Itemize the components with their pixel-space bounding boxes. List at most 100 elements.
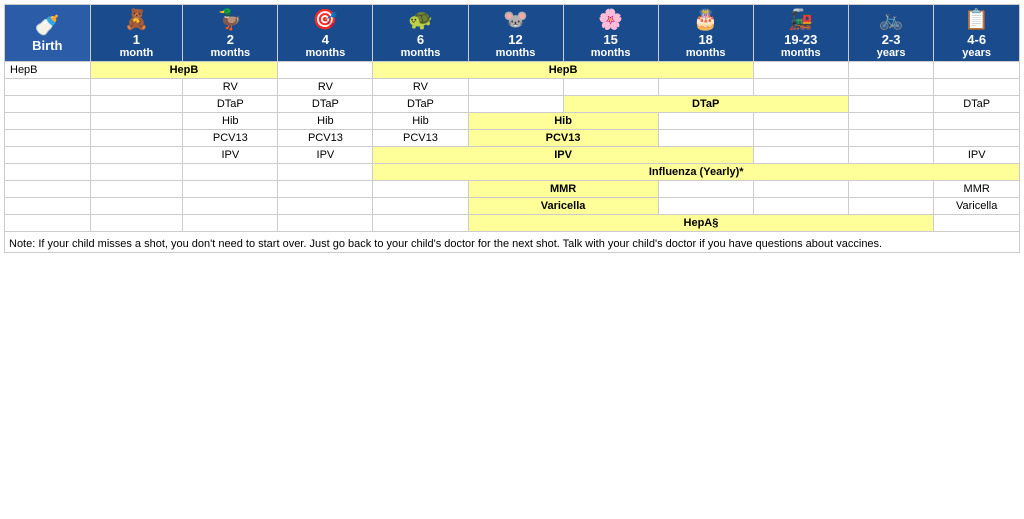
influenza-1m-empty [90,164,183,181]
hepb-birth: HepB [5,62,91,79]
varicella-46y: Varicella [934,198,1020,215]
mmr-row: MMR MMR [5,181,1020,198]
hepa-12-1923m: HepA§ [468,215,934,232]
rv-2m: RV [183,79,278,96]
hib-12-15m: Hib [468,113,658,130]
birth-label: Birth [8,38,87,53]
1923months-label: months [757,47,845,59]
6months-num: 6 [376,32,464,47]
hepa-1m-empty [90,215,183,232]
influenza-row: Influenza (Yearly)* [5,164,1020,181]
hepb-23y-empty [848,62,934,79]
dtap-4m: DTaP [278,96,373,113]
dtap-1m-empty [90,96,183,113]
hepa-birth-empty [5,215,91,232]
mmr-12-15m: MMR [468,181,658,198]
ipv-23y-empty [848,147,934,164]
4months-num: 4 [281,32,369,47]
header-15months: 🌸 15 months [563,5,658,62]
header-birth: 🍼 Birth [5,5,91,62]
dtap-23y-empty [848,96,934,113]
varicella-1923m-empty [753,198,848,215]
varicella-4m-empty [278,198,373,215]
15months-num: 15 [567,32,655,47]
pcv13-2m: PCV13 [183,130,278,147]
hib-23y-empty [848,113,934,130]
hepb-46y-empty [934,62,1020,79]
header-1923months: 🚂 19-23 months [753,5,848,62]
schedule-note: Note: If your child misses a shot, you d… [5,232,1020,253]
hib-4m: Hib [278,113,373,130]
rv-birth-empty [5,79,91,96]
mmr-4m-empty [278,181,373,198]
dtap-row: DTaP DTaP DTaP DTaP DTaP [5,96,1020,113]
2months-icon: 🦆 [186,7,274,32]
12months-icon: 🐭 [472,7,560,32]
mmr-6m-empty [373,181,468,198]
dtap-46y: DTaP [934,96,1020,113]
rv-46y-empty [934,79,1020,96]
hib-46y-empty [934,113,1020,130]
varicella-23y-empty [848,198,934,215]
rv-4m: RV [278,79,373,96]
hib-18m-empty [658,113,753,130]
header-1month: 🧸 1 month [90,5,183,62]
2months-label: months [186,47,274,59]
ipv-birth-empty [5,147,91,164]
hepb-6-18m: HepB [373,62,753,79]
hepa-46y-empty [934,215,1020,232]
4months-label: months [281,47,369,59]
18months-label: months [662,47,750,59]
ipv-4m: IPV [278,147,373,164]
header-4months: 🎯 4 months [278,5,373,62]
hib-6m: Hib [373,113,468,130]
pcv13-12-15m: PCV13 [468,130,658,147]
12months-num: 12 [472,32,560,47]
varicella-1m-empty [90,198,183,215]
hib-birth-empty [5,113,91,130]
hepa-2m-empty [183,215,278,232]
rv-18m-empty [658,79,753,96]
varicella-12-15m: Varicella [468,198,658,215]
mmr-1923m-empty [753,181,848,198]
15months-label: months [567,47,655,59]
note-row: Note: If your child misses a shot, you d… [5,232,1020,253]
mmr-birth-empty [5,181,91,198]
influenza-4m-empty [278,164,373,181]
1month-num: 1 [94,32,180,47]
header-6months: 🐢 6 months [373,5,468,62]
23years-label: years [852,47,931,59]
dtap-15-1923m: DTaP [563,96,848,113]
hepb-row: HepB HepB HepB [5,62,1020,79]
rv-row: RV RV RV [5,79,1020,96]
influenza-2m-empty [183,164,278,181]
15months-icon: 🌸 [567,7,655,32]
18months-icon: 🎂 [662,7,750,32]
rv-23y-empty [848,79,934,96]
hepb-1923m-empty [753,62,848,79]
46years-icon: 📋 [937,7,1016,32]
mmr-1m-empty [90,181,183,198]
varicella-row: Varicella Varicella [5,198,1020,215]
dtap-2m: DTaP [183,96,278,113]
dtap-6m: DTaP [373,96,468,113]
pcv13-6m: PCV13 [373,130,468,147]
hib-1m-empty [90,113,183,130]
header-2months: 🦆 2 months [183,5,278,62]
pcv13-1m-empty [90,130,183,147]
hepb-4m-empty [278,62,373,79]
pcv13-birth-empty [5,130,91,147]
pcv13-4m: PCV13 [278,130,373,147]
influenza-birth-empty [5,164,91,181]
vaccine-schedule: 🍼 Birth 🧸 1 month 🦆 2 months 🎯 [0,0,1024,257]
varicella-6m-empty [373,198,468,215]
hepa-6m-empty [373,215,468,232]
note-text: Note: If your child misses a shot, you d… [9,238,882,250]
ipv-row: IPV IPV IPV IPV [5,147,1020,164]
header-46years: 📋 4-6 years [934,5,1020,62]
rv-15m-empty [563,79,658,96]
46years-num: 4-6 [937,32,1016,47]
hepa-row: HepA§ [5,215,1020,232]
hib-1923m-empty [753,113,848,130]
23years-num: 2-3 [852,32,931,47]
